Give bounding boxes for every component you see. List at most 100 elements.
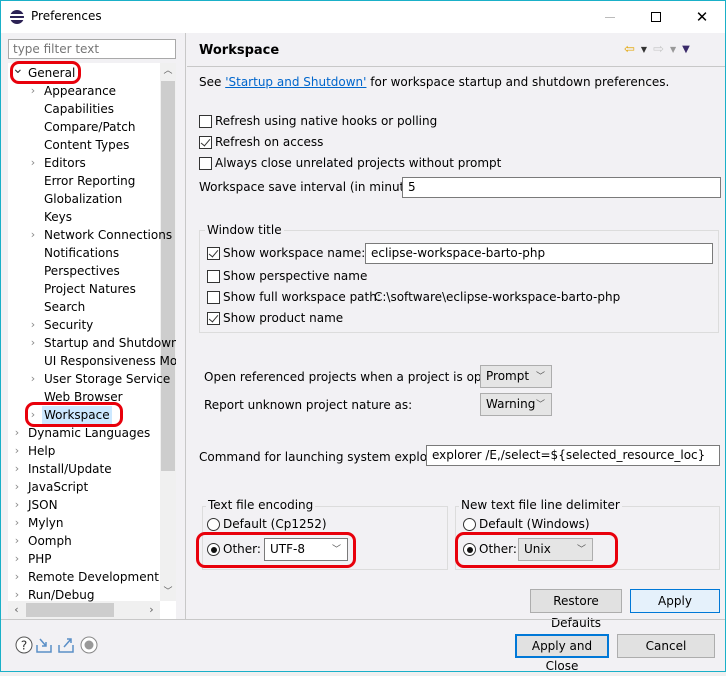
refresh-on-access-label: Refresh on access [215, 135, 324, 149]
filter-input[interactable] [8, 39, 176, 59]
tree-vertical-scrollbar[interactable]: ︿ ﹀ [160, 63, 176, 601]
tree-item[interactable]: › Oomph [8, 532, 160, 550]
tree-item-label: Appearance [44, 84, 117, 98]
preference-tree: ︿ ﹀ ‹ › ⌄ General › Appearance Capabilities C… [8, 63, 176, 619]
delimiter-default-radio[interactable] [463, 518, 476, 531]
export-icon[interactable] [57, 636, 75, 654]
chevron-right-icon[interactable]: › [12, 550, 22, 568]
tree-item[interactable]: › User Storage Service [8, 370, 170, 388]
record-icon[interactable] [80, 636, 98, 654]
show-full-path-label: Show full workspace path: [223, 290, 381, 304]
scroll-down-icon[interactable]: ﹀ [160, 584, 176, 601]
chevron-right-icon[interactable]: › [12, 532, 22, 550]
chevron-right-icon[interactable]: › [12, 568, 22, 586]
tree-item[interactable]: › Run/Debug [8, 586, 160, 604]
encoding-default-radio[interactable] [207, 518, 220, 531]
tree-item[interactable]: UI Responsiveness Monitoring [8, 352, 176, 370]
report-unknown-select[interactable]: Warning ﹀ [480, 393, 552, 416]
apply-button[interactable]: Apply [630, 589, 720, 613]
scroll-up-icon[interactable]: ︿ [160, 63, 176, 80]
panel-divider[interactable] [185, 33, 186, 619]
tree-item-label: General [28, 66, 76, 80]
tree-item[interactable]: Search [8, 298, 160, 316]
scroll-thumb[interactable] [161, 81, 175, 471]
chevron-right-icon[interactable]: › [28, 226, 38, 244]
back-arrow-icon[interactable]: ⇦ [624, 43, 635, 57]
maximize-button[interactable] [633, 1, 679, 33]
chevron-right-icon[interactable]: › [28, 154, 38, 172]
refresh-native-hooks-checkbox[interactable] [199, 115, 212, 128]
tree-item[interactable]: › JavaScript [8, 478, 160, 496]
tree-item[interactable]: › JSON [8, 496, 160, 514]
forward-arrow-icon[interactable]: ⇨ [653, 43, 664, 57]
workspace-name-input[interactable]: eclipse-workspace-barto-php [365, 243, 713, 264]
chevron-right-icon[interactable]: › [12, 478, 22, 496]
cancel-button[interactable]: Cancel [617, 634, 715, 658]
chevron-right-icon[interactable]: › [28, 406, 38, 424]
show-workspace-name-checkbox[interactable] [207, 247, 220, 260]
chevron-right-icon[interactable]: › [12, 586, 22, 604]
tree-item[interactable]: › Editors [8, 154, 160, 172]
open-referenced-select[interactable]: Prompt ﹀ [480, 365, 552, 388]
tree-item[interactable]: › Install/Update [8, 460, 160, 478]
view-menu-icon[interactable]: ▼ [682, 43, 690, 57]
tree-item[interactable]: Web Browser [8, 388, 160, 406]
tree-item[interactable]: › Help [8, 442, 160, 460]
show-perspective-name-checkbox[interactable] [207, 270, 220, 283]
forward-history-dropdown-icon[interactable]: ▼ [670, 43, 676, 57]
chevron-down-icon[interactable]: ⌄ [12, 63, 24, 78]
chevron-right-icon[interactable]: › [28, 316, 38, 334]
explorer-command-input[interactable]: explorer /E,/select=${selected_resource_… [426, 445, 720, 466]
close-button[interactable]: ✕ [679, 1, 725, 33]
encoding-select[interactable]: UTF-8 ﹀ [264, 538, 348, 561]
chevron-right-icon[interactable]: › [12, 496, 22, 514]
chevron-right-icon[interactable]: › [28, 82, 38, 100]
tree-item[interactable]: Project Natures [8, 280, 160, 298]
import-icon[interactable] [35, 636, 53, 654]
tree-item[interactable]: › Startup and Shutdown [8, 334, 176, 352]
back-history-dropdown-icon[interactable]: ▼ [641, 43, 647, 57]
tree-item[interactable]: Notifications [8, 244, 160, 262]
delimiter-select[interactable]: Unix ﹀ [518, 538, 593, 561]
tree-item[interactable]: Globalization [8, 190, 160, 208]
tree-item[interactable]: › Network Connections [8, 226, 172, 244]
tree-item[interactable]: › Appearance [8, 82, 160, 100]
chevron-down-icon: ﹀ [331, 545, 341, 555]
tree-item[interactable]: › Mylyn [8, 514, 160, 532]
tree-item[interactable]: › Remote Development [8, 568, 160, 586]
chevron-right-icon[interactable]: › [12, 460, 22, 478]
show-product-name-checkbox[interactable] [207, 312, 220, 325]
minimize-button[interactable] [587, 1, 633, 33]
chevron-right-icon[interactable]: › [28, 334, 38, 352]
refresh-on-access-checkbox[interactable] [199, 136, 212, 149]
startup-shutdown-link[interactable]: 'Startup and Shutdown' [225, 75, 366, 89]
restore-defaults-button[interactable]: Restore Defaults [530, 589, 622, 630]
tree-item[interactable]: › Dynamic Languages [8, 424, 160, 442]
show-full-path-checkbox[interactable] [207, 291, 220, 304]
tree-item[interactable]: Keys [8, 208, 160, 226]
eclipse-icon [10, 10, 24, 24]
title-bar: Preferences ✕ [1, 1, 725, 33]
tree-item[interactable]: › PHP [8, 550, 160, 568]
chevron-right-icon[interactable]: › [28, 370, 38, 388]
always-close-unrelated-checkbox[interactable] [199, 157, 212, 170]
help-icon[interactable]: ? [15, 636, 33, 654]
tree-item[interactable]: Compare/Patch [8, 118, 160, 136]
save-interval-input[interactable]: 5 [402, 177, 721, 198]
apply-and-close-button[interactable]: Apply and Close [515, 634, 609, 673]
tree-item[interactable]: Perspectives [8, 262, 160, 280]
tree-item[interactable]: Content Types [8, 136, 160, 154]
tree-item-label: Project Natures [44, 282, 136, 296]
encoding-other-radio[interactable] [207, 543, 220, 556]
tree-item[interactable]: ⌄ General [8, 63, 160, 82]
chevron-right-icon[interactable]: › [12, 442, 22, 460]
tree-item[interactable]: › Security [8, 316, 160, 334]
chevron-right-icon[interactable]: › [12, 424, 22, 442]
scroll-thumb-horizontal[interactable] [26, 603, 114, 617]
tree-item[interactable]: Error Reporting [8, 172, 160, 190]
chevron-right-icon[interactable]: › [12, 514, 22, 532]
delimiter-other-radio[interactable] [463, 543, 476, 556]
tree-item[interactable]: › Workspace [8, 406, 160, 424]
tree-item-label: Keys [44, 210, 73, 224]
tree-item[interactable]: Capabilities [8, 100, 160, 118]
